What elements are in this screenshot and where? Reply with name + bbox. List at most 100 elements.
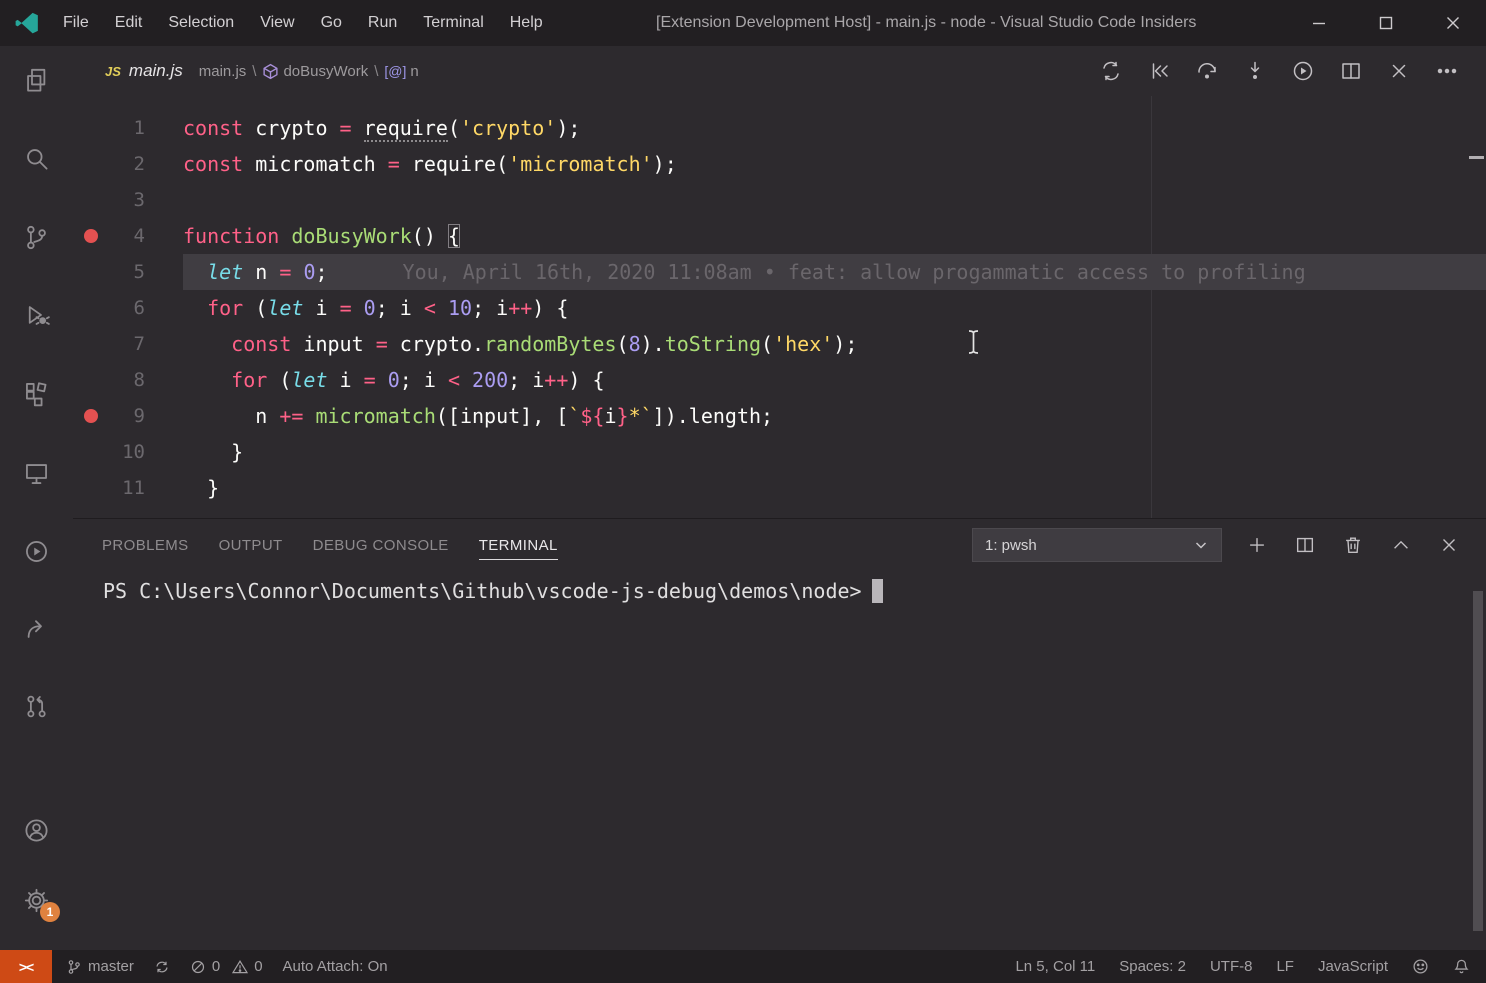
code-editor[interactable]: 1const crypto = require('crypto');2const… — [73, 96, 1486, 518]
breakpoint-slot[interactable] — [84, 301, 98, 315]
code-line-4[interactable]: 4function doBusyWork() { — [73, 218, 1486, 254]
code-text[interactable]: const input = crypto.randomBytes(8).toSt… — [183, 326, 1486, 362]
terminal-picker[interactable]: 1: pwsh — [972, 528, 1222, 562]
new-terminal-button[interactable] — [1244, 532, 1270, 558]
split-terminal-button[interactable] — [1292, 532, 1318, 558]
code-line-8[interactable]: 8 for (let i = 0; i < 200; i++) { — [73, 362, 1486, 398]
activity-run-circle[interactable] — [18, 533, 54, 569]
code-line-5[interactable]: 5 let n = 0;You, April 16th, 2020 11:08a… — [73, 254, 1486, 290]
notifications-button[interactable] — [1453, 958, 1470, 975]
breadcrumb-leaf[interactable]: n — [410, 63, 418, 80]
code-text[interactable]: const crypto = require('crypto'); — [183, 110, 1486, 146]
menu-help[interactable]: Help — [497, 0, 556, 46]
split-editor-icon[interactable] — [1338, 58, 1364, 84]
activity-remote-explorer[interactable] — [18, 455, 54, 491]
step-back-icon[interactable] — [1146, 58, 1172, 84]
code-line-10[interactable]: 10 } — [73, 434, 1486, 470]
menu-go[interactable]: Go — [308, 0, 355, 46]
editor-tab-filename[interactable]: main.js — [129, 61, 183, 81]
kill-terminal-button[interactable] — [1340, 532, 1366, 558]
remote-indicator[interactable]: >< — [0, 950, 52, 983]
breakpoint-slot[interactable] — [84, 157, 98, 171]
code-text[interactable]: } — [183, 434, 1486, 470]
code-text[interactable]: const micromatch = require('micromatch')… — [183, 146, 1486, 182]
tab-terminal[interactable]: TERMINAL — [479, 531, 558, 560]
breakpoint-dot[interactable] — [84, 409, 98, 423]
compare-changes-icon[interactable] — [1098, 58, 1124, 84]
code-text[interactable] — [183, 182, 1486, 218]
more-actions-icon[interactable] — [1434, 58, 1460, 84]
code-text[interactable]: let n = 0;You, April 16th, 2020 11:08am … — [183, 254, 1486, 290]
code-line-6[interactable]: 6 for (let i = 0; i < 10; i++) { — [73, 290, 1486, 326]
breakpoint-slot[interactable] — [84, 265, 98, 279]
code-text[interactable]: } — [183, 470, 1486, 506]
tab-problems[interactable]: PROBLEMS — [102, 531, 189, 560]
code-line-11[interactable]: 11 } — [73, 470, 1486, 506]
minimize-button[interactable] — [1285, 0, 1352, 46]
code-line-9[interactable]: 9 n += micromatch([input], [`${i}*`]).le… — [73, 398, 1486, 434]
activity-run-debug[interactable] — [18, 297, 54, 333]
gutter[interactable]: 3 — [73, 182, 183, 218]
activity-live-share[interactable] — [18, 610, 54, 646]
tab-output[interactable]: OUTPUT — [219, 531, 283, 560]
activity-extensions[interactable] — [18, 375, 54, 411]
breakpoint-slot[interactable] — [84, 337, 98, 351]
code-line-7[interactable]: 7 const input = crypto.randomBytes(8).to… — [73, 326, 1486, 362]
activity-explorer[interactable] — [18, 62, 54, 98]
cursor-position-status[interactable]: Ln 5, Col 11 — [1015, 958, 1095, 975]
menu-view[interactable]: View — [247, 0, 307, 46]
breakpoint-slot[interactable] — [84, 121, 98, 135]
activity-search[interactable] — [18, 140, 54, 176]
run-icon[interactable] — [1290, 58, 1316, 84]
language-mode-status[interactable]: JavaScript — [1318, 958, 1388, 975]
step-over-icon[interactable] — [1194, 58, 1220, 84]
breakpoint-slot[interactable] — [84, 193, 98, 207]
gutter[interactable]: 7 — [73, 326, 183, 362]
maximize-panel-button[interactable] — [1388, 532, 1414, 558]
gutter[interactable]: 11 — [73, 470, 183, 506]
maximize-button[interactable] — [1352, 0, 1419, 46]
breakpoint-slot[interactable] — [84, 481, 98, 495]
code-text[interactable]: for (let i = 0; i < 10; i++) { — [183, 290, 1486, 326]
menu-edit[interactable]: Edit — [102, 0, 156, 46]
close-panel-button[interactable] — [1436, 532, 1462, 558]
terminal[interactable]: PS C:\Users\Connor\Documents\Github\vsco… — [73, 571, 1486, 950]
sync-changes-button[interactable] — [154, 959, 170, 975]
gutter[interactable]: 6 — [73, 290, 183, 326]
menu-file[interactable]: File — [50, 0, 102, 46]
activity-pull-requests[interactable] — [18, 688, 54, 724]
breadcrumb-symbol[interactable]: doBusyWork — [283, 63, 368, 80]
gutter[interactable]: 10 — [73, 434, 183, 470]
step-into-icon[interactable] — [1242, 58, 1268, 84]
tab-debug-console[interactable]: DEBUG CONSOLE — [313, 531, 449, 560]
breadcrumb-file[interactable]: main.js — [199, 63, 247, 80]
code-line-1[interactable]: 1const crypto = require('crypto'); — [73, 110, 1486, 146]
breakpoint-slot[interactable] — [84, 373, 98, 387]
breakpoint-dot[interactable] — [84, 229, 98, 243]
git-branch-status[interactable]: master — [66, 958, 134, 975]
menu-selection[interactable]: Selection — [155, 0, 247, 46]
code-line-2[interactable]: 2const micromatch = require('micromatch'… — [73, 146, 1486, 182]
terminal-scrollbar[interactable] — [1473, 591, 1483, 931]
gutter[interactable]: 8 — [73, 362, 183, 398]
problems-status[interactable]: 0 0 — [190, 958, 263, 975]
breakpoint-slot[interactable] — [84, 445, 98, 459]
activity-settings[interactable]: 1 — [18, 882, 54, 918]
activity-accounts[interactable] — [18, 812, 54, 848]
code-text[interactable]: n += micromatch([input], [`${i}*`]).leng… — [183, 398, 1486, 434]
gutter[interactable]: 2 — [73, 146, 183, 182]
code-text[interactable]: for (let i = 0; i < 200; i++) { — [183, 362, 1486, 398]
indentation-status[interactable]: Spaces: 2 — [1119, 958, 1186, 975]
menu-run[interactable]: Run — [355, 0, 410, 46]
activity-source-control[interactable] — [18, 219, 54, 255]
feedback-button[interactable] — [1412, 958, 1429, 975]
encoding-status[interactable]: UTF-8 — [1210, 958, 1253, 975]
gutter[interactable]: 4 — [73, 218, 183, 254]
close-button[interactable] — [1419, 0, 1486, 46]
menu-terminal[interactable]: Terminal — [410, 0, 496, 46]
gutter[interactable]: 1 — [73, 110, 183, 146]
gutter[interactable]: 9 — [73, 398, 183, 434]
close-editor-icon[interactable] — [1386, 58, 1412, 84]
auto-attach-status[interactable]: Auto Attach: On — [283, 958, 388, 975]
code-text[interactable]: function doBusyWork() { — [183, 218, 1486, 254]
